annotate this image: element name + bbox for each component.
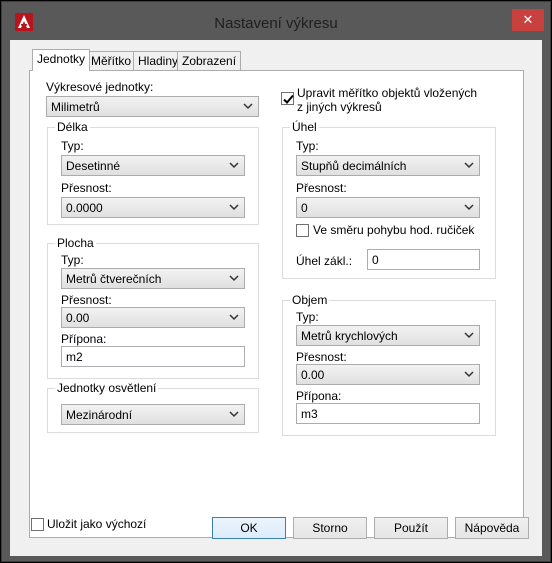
base-angle-label: Úhel zákl.: <box>296 254 353 268</box>
area-suffix-input[interactable]: m2 <box>61 346 245 367</box>
tab-zobrazeni[interactable]: Zobrazení <box>177 51 242 70</box>
tab-hladiny[interactable]: Hladiny <box>133 51 184 70</box>
volume-suffix-value: m3 <box>301 407 318 421</box>
angle-group-title: Úhel <box>290 120 319 134</box>
drawing-units-select[interactable]: Milimetrů <box>46 96 259 117</box>
chevron-down-icon <box>243 103 253 110</box>
lighting-units-select[interactable]: Mezinárodní <box>61 404 245 425</box>
tab-meritko[interactable]: Měřítko <box>86 51 137 70</box>
dialog-client: Jednotky Měřítko Hladiny Zobrazení Výkre… <box>10 40 542 556</box>
volume-suffix-label: Přípona: <box>296 389 342 403</box>
volume-precision-value: 0.00 <box>301 368 325 382</box>
chevron-down-icon <box>464 204 474 211</box>
length-precision-select[interactable]: 0.0000 <box>61 197 245 218</box>
drawing-units-label: Výkresové jednotky: <box>46 80 154 94</box>
volume-suffix-input[interactable]: m3 <box>296 403 480 424</box>
area-type-select[interactable]: Metrů čtverečních <box>61 268 245 289</box>
scale-inserted-label-line1: Upravit měřítko objektů vložených <box>297 86 478 100</box>
chevron-down-icon <box>464 332 474 339</box>
area-type-value: Metrů čtverečních <box>66 272 162 286</box>
apply-button[interactable]: Použít <box>374 517 448 539</box>
clockwise-label: Ve směru pohybu hod. ručiček <box>313 223 475 237</box>
scale-inserted-label-line2: z jiných výkresů <box>297 100 382 114</box>
lighting-units-value: Mezinárodní <box>66 408 133 422</box>
save-default-label: Uložit jako výchozí <box>47 517 147 531</box>
save-default-checkbox[interactable] <box>31 518 44 531</box>
angle-precision-select[interactable]: 0 <box>296 197 480 218</box>
volume-type-label: Typ: <box>296 310 319 324</box>
chevron-down-icon <box>229 411 239 418</box>
length-precision-label: Přesnost: <box>61 181 112 195</box>
area-precision-select[interactable]: 0.00 <box>61 307 245 328</box>
lighting-group: Jednotky osvětlení Mezinárodní <box>47 381 259 433</box>
cancel-button[interactable]: Storno <box>293 517 367 539</box>
close-icon: ✕ <box>522 12 534 27</box>
close-button[interactable]: ✕ <box>512 9 544 31</box>
length-type-select[interactable]: Desetinné <box>61 155 245 176</box>
length-group: Délka Typ: Desetinné Přesnost: 0.0000 <box>47 120 259 225</box>
angle-precision-value: 0 <box>301 201 308 215</box>
help-button[interactable]: Nápověda <box>455 517 529 539</box>
angle-group: Úhel Typ: Stupňů decimálních Přesnost: 0… <box>282 120 496 279</box>
volume-type-select[interactable]: Metrů krychlových <box>296 325 480 346</box>
tab-panel-jednotky: Výkresové jednotky: Milimetrů Délka Typ:… <box>29 70 524 538</box>
chevron-down-icon <box>229 275 239 282</box>
window-title: Nastavení výkresu <box>214 15 338 32</box>
checkmark-icon <box>283 94 294 104</box>
length-precision-value: 0.0000 <box>66 201 103 215</box>
volume-precision-select[interactable]: 0.00 <box>296 364 480 385</box>
angle-precision-label: Přesnost: <box>296 181 347 195</box>
length-group-title: Délka <box>55 120 90 134</box>
length-type-label: Typ: <box>61 139 84 153</box>
base-angle-value: 0 <box>372 253 379 267</box>
volume-precision-label: Přesnost: <box>296 350 347 364</box>
area-type-label: Typ: <box>61 253 84 267</box>
ok-button[interactable]: OK <box>212 517 286 539</box>
area-precision-label: Přesnost: <box>61 293 112 307</box>
area-group: Plocha Typ: Metrů čtverečních Přesnost: … <box>47 236 259 379</box>
tab-jednotky[interactable]: Jednotky <box>32 49 91 71</box>
area-group-title: Plocha <box>55 236 96 250</box>
chevron-down-icon <box>229 162 239 169</box>
title-bar[interactable]: Nastavení výkresu ✕ <box>2 2 550 39</box>
area-suffix-label: Přípona: <box>61 332 107 346</box>
chevron-down-icon <box>229 314 239 321</box>
volume-group: Objem Typ: Metrů krychlových Přesnost: 0… <box>282 293 496 436</box>
lighting-group-title: Jednotky osvětlení <box>55 381 159 395</box>
area-suffix-value: m2 <box>66 350 83 364</box>
volume-group-title: Objem <box>290 293 330 307</box>
length-type-value: Desetinné <box>66 159 121 173</box>
angle-type-value: Stupňů decimálních <box>301 159 407 173</box>
drawing-units-value: Milimetrů <box>51 100 100 114</box>
clockwise-checkbox[interactable] <box>296 224 309 237</box>
chevron-down-icon <box>464 162 474 169</box>
chevron-down-icon <box>229 204 239 211</box>
chevron-down-icon <box>464 371 474 378</box>
scale-inserted-checkbox[interactable] <box>281 92 294 105</box>
base-angle-input[interactable]: 0 <box>367 249 480 270</box>
dialog-window: Nastavení výkresu ✕ Jednotky Měřítko Hla… <box>1 1 551 562</box>
angle-type-select[interactable]: Stupňů decimálních <box>296 155 480 176</box>
angle-type-label: Typ: <box>296 139 319 153</box>
area-precision-value: 0.00 <box>66 311 90 325</box>
volume-type-value: Metrů krychlových <box>301 329 398 343</box>
